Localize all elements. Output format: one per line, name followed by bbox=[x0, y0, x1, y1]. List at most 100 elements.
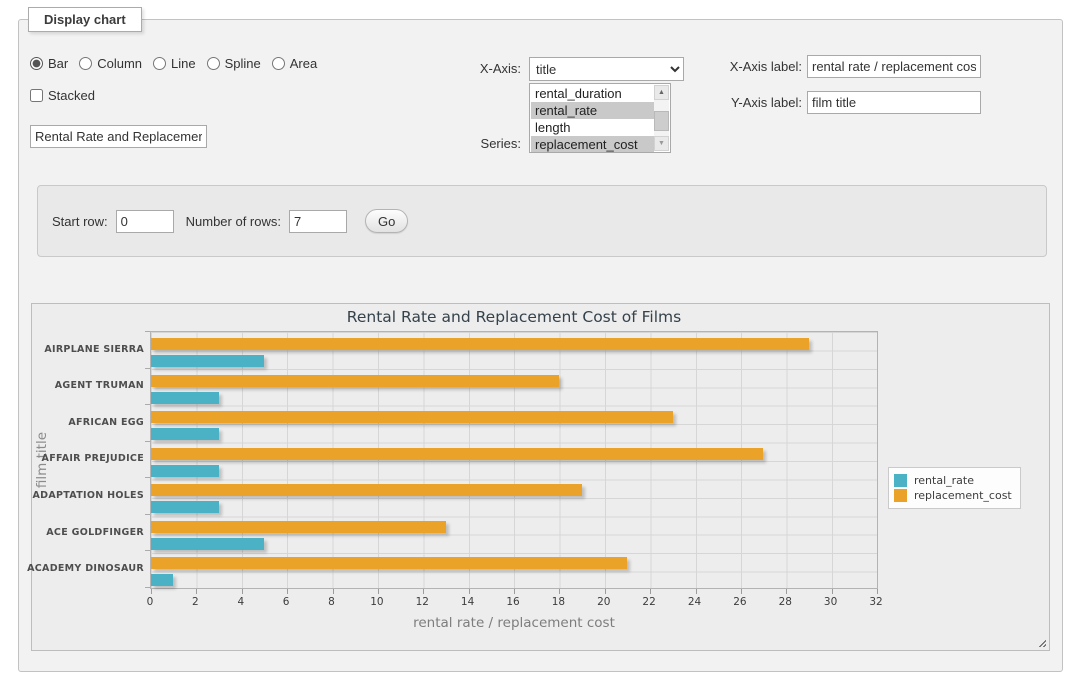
x-tick-label: 10 bbox=[359, 596, 395, 608]
start-row-input[interactable] bbox=[116, 210, 174, 233]
x-tick-label: 26 bbox=[722, 596, 758, 608]
bar-replacement_cost-5 bbox=[151, 521, 446, 533]
chart-type-radio-bar[interactable] bbox=[30, 57, 43, 70]
x-axis-title: rental rate / replacement cost bbox=[150, 615, 878, 631]
x-axis-tick bbox=[559, 589, 560, 594]
chart-type-option-area: Area bbox=[272, 56, 317, 71]
bar-replacement_cost-2 bbox=[151, 411, 673, 423]
y-category-label: AIRPLANE SIERRA bbox=[32, 331, 144, 368]
x-tick-label: 0 bbox=[132, 596, 168, 608]
start-row-label: Start row: bbox=[52, 214, 108, 229]
x-tick-label: 18 bbox=[540, 596, 576, 608]
legend-label: replacement_cost bbox=[914, 489, 1012, 502]
x-axis-tick bbox=[877, 589, 878, 594]
legend-label: rental_rate bbox=[914, 474, 974, 487]
x-axis-tick bbox=[423, 589, 424, 594]
legend-item-rental_rate: rental_rate bbox=[894, 474, 1012, 487]
y-category-label: ACE GOLDFINGER bbox=[32, 514, 144, 551]
series-listbox[interactable]: rental_durationrental_ratelengthreplacem… bbox=[529, 83, 671, 153]
x-tick-label: 30 bbox=[813, 596, 849, 608]
bar-row-6 bbox=[151, 551, 877, 588]
chart-title-input[interactable] bbox=[30, 125, 207, 148]
y-category-label: ADAPTATION HOLES bbox=[32, 477, 144, 514]
bar-rental_rate-4 bbox=[151, 501, 219, 513]
rows-panel: Start row: Number of rows: Go bbox=[37, 185, 1047, 257]
bar-rental_rate-6 bbox=[151, 574, 173, 586]
y-category-label: AGENT TRUMAN bbox=[32, 368, 144, 405]
x-axis-field[interactable] bbox=[807, 55, 981, 78]
x-tick-label: 24 bbox=[677, 596, 713, 608]
series-listbox-options: rental_durationrental_ratelengthreplacem… bbox=[531, 85, 654, 151]
bar-row-3 bbox=[151, 442, 877, 479]
x-axis-tick bbox=[196, 589, 197, 594]
y-axis-field[interactable] bbox=[807, 91, 981, 114]
bar-rental_rate-3 bbox=[151, 465, 219, 477]
chart-type-label-spline: Spline bbox=[225, 56, 261, 71]
x-axis-tick bbox=[605, 589, 606, 594]
resize-handle-icon[interactable] bbox=[1036, 637, 1046, 647]
x-tick-labels: 02468101214161820222426283032 bbox=[150, 596, 878, 610]
stacked-option: Stacked bbox=[30, 88, 95, 103]
bar-row-1 bbox=[151, 369, 877, 406]
x-axis-tick bbox=[650, 589, 651, 594]
bar-replacement_cost-1 bbox=[151, 375, 559, 387]
chart-type-label-bar: Bar bbox=[48, 56, 68, 71]
x-tick-label: 28 bbox=[767, 596, 803, 608]
x-tick-label: 20 bbox=[586, 596, 622, 608]
bar-replacement_cost-0 bbox=[151, 338, 809, 350]
x-axis-tick bbox=[696, 589, 697, 594]
x-axis-tick bbox=[514, 589, 515, 594]
stacked-checkbox[interactable] bbox=[30, 89, 43, 102]
x-axis-tick bbox=[333, 589, 334, 594]
num-rows-label: Number of rows: bbox=[186, 214, 281, 229]
series-option-rental_rate[interactable]: rental_rate bbox=[531, 102, 654, 119]
chart-type-label-column: Column bbox=[97, 56, 142, 71]
bar-rental_rate-0 bbox=[151, 355, 264, 367]
num-rows-input[interactable] bbox=[289, 210, 347, 233]
bar-row-0 bbox=[151, 332, 877, 369]
go-button[interactable]: Go bbox=[365, 209, 408, 233]
chart-legend: rental_rate replacement_cost bbox=[888, 467, 1021, 509]
y-category-label: AFFAIR PREJUDICE bbox=[32, 441, 144, 478]
y-category-label: ACADEMY DINOSAUR bbox=[32, 550, 144, 587]
stacked-label: Stacked bbox=[48, 88, 95, 103]
chart-type-radio-spline[interactable] bbox=[207, 57, 220, 70]
y-category-label: AFRICAN EGG bbox=[32, 404, 144, 441]
x-tick-label: 2 bbox=[177, 596, 213, 608]
x-tick-label: 22 bbox=[631, 596, 667, 608]
chart-type-option-column: Column bbox=[79, 56, 142, 71]
y-category-labels: AIRPLANE SIERRAAGENT TRUMANAFRICAN EGGAF… bbox=[32, 331, 144, 589]
bar-row-2 bbox=[151, 405, 877, 442]
scrollbar-thumb[interactable] bbox=[654, 111, 669, 131]
chart-type-radio-line[interactable] bbox=[153, 57, 166, 70]
bar-replacement_cost-3 bbox=[151, 448, 763, 460]
x-tick-label: 32 bbox=[858, 596, 894, 608]
x-axis-tick bbox=[786, 589, 787, 594]
chart-type-label-line: Line bbox=[171, 56, 196, 71]
legend-swatch-rental_rate bbox=[894, 474, 907, 487]
chart-type-option-line: Line bbox=[153, 56, 196, 71]
y-axis-field-label: Y-Axis label: bbox=[659, 95, 802, 110]
chart-panel: Rental Rate and Replacement Cost of Film… bbox=[31, 303, 1050, 651]
x-axis-tick bbox=[287, 589, 288, 594]
chart-type-radio-area[interactable] bbox=[272, 57, 285, 70]
display-chart-fieldset: Display chart BarColumnLineSplineArea St… bbox=[18, 19, 1063, 672]
series-option-replacement_cost[interactable]: replacement_cost bbox=[531, 136, 654, 153]
scroll-down-icon[interactable]: ▼ bbox=[654, 136, 669, 151]
x-axis-tick bbox=[832, 589, 833, 594]
x-axis-tick bbox=[242, 589, 243, 594]
plot-area bbox=[150, 331, 878, 589]
series-option-rental_duration[interactable]: rental_duration bbox=[531, 85, 654, 102]
bar-rental_rate-2 bbox=[151, 428, 219, 440]
fieldset-legend: Display chart bbox=[28, 7, 142, 32]
series-option-length[interactable]: length bbox=[531, 119, 654, 136]
x-tick-label: 12 bbox=[404, 596, 440, 608]
bar-replacement_cost-4 bbox=[151, 484, 582, 496]
x-axis-tick bbox=[151, 589, 152, 594]
x-axis-tick bbox=[378, 589, 379, 594]
chart-type-radio-column[interactable] bbox=[79, 57, 92, 70]
x-axis-tick bbox=[469, 589, 470, 594]
chart-type-label-area: Area bbox=[290, 56, 317, 71]
chart-title: Rental Rate and Replacement Cost of Film… bbox=[150, 308, 878, 326]
chart-type-row: Bar Column Line Spline Area bbox=[30, 56, 328, 73]
